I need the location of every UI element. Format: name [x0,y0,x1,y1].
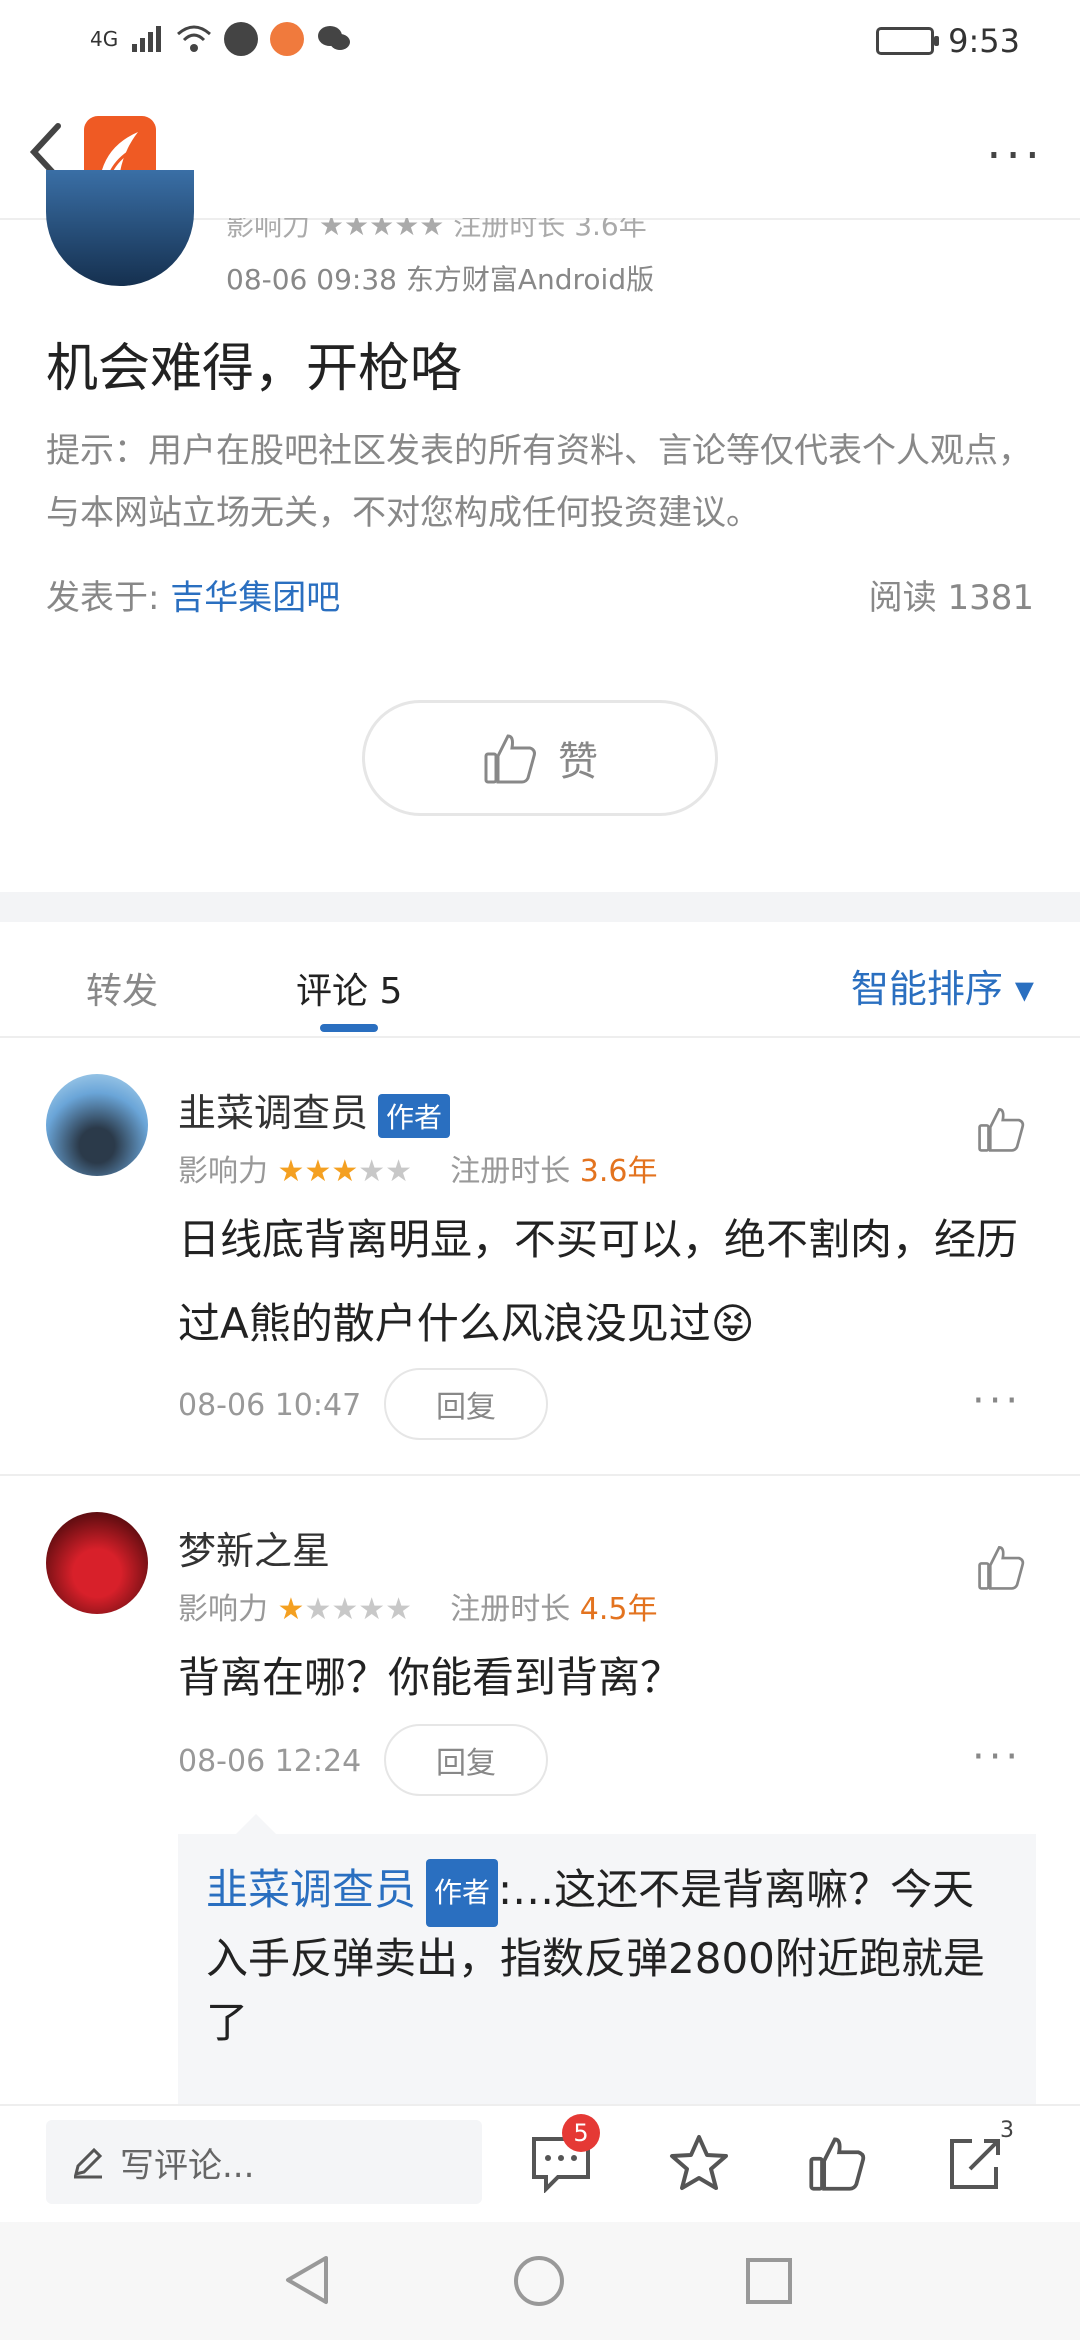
reg-label: 注册时长 [450,1154,571,1189]
share-count: 3 [1000,2118,1014,2143]
avatar[interactable] [46,1074,148,1176]
quote-arrow [236,1814,276,1834]
influence-stars: ★★★★★ [277,1592,413,1627]
more-dots-icon[interactable]: ··· [986,128,1044,184]
author-badge: 作者 [378,1093,451,1138]
post-meta: 08-06 09:38 东方财富Android版 [226,263,655,296]
commenter-name[interactable]: 韭菜调查员 作者 [178,1082,451,1138]
comment-count-badge: 5 [562,2114,600,2152]
comment-like-icon[interactable] [976,1542,1026,1592]
author-badge: 作者 [426,1858,499,1927]
post-title: 机会难得，开枪咯 [46,339,463,399]
comment-text: 背离在哪？你能看到背离？ [178,1653,683,1702]
comment-more-icon[interactable]: ··· [972,1734,1022,1780]
quote-author[interactable]: 韭菜调查员 [206,1865,416,1914]
quoted-reply: 韭菜调查员 作者:…这还不是背离嘛？今天入手反弹卖出，指数反弹2800附近跑就是了 [178,1834,1036,2104]
signal-label: 4G [90,27,119,51]
status-right: 9:53 [876,22,1020,60]
nav-recent-icon[interactable] [744,2256,794,2306]
commenter-name-text: 韭菜调查员 [178,1091,369,1135]
wifi-icon [177,25,212,52]
commenter-info: 影响力 ★★★★★ 注册时长 3.6年 [178,1146,658,1190]
like-button[interactable]: 赞 [362,700,718,816]
write-comment-input[interactable]: 写评论... [46,2120,482,2204]
influence-stars: ★★★★★ [277,1154,413,1189]
signal-icon [132,26,162,52]
thumb-up-icon[interactable] [802,2128,872,2198]
tab-indicator [320,1024,378,1032]
wechat-icon [318,26,351,50]
status-left: 4G [90,22,352,56]
comment-text: 日线底背离明显，不买可以，绝不割肉，经历过A熊的散户什么风浪没见过😝 [178,1215,1019,1348]
thumb-up-icon [484,734,536,784]
commenter-info: 影响力 ★★★★★ 注册时长 4.5年 [178,1584,658,1628]
pencil-icon [73,2147,103,2179]
star-icon[interactable] [664,2128,734,2198]
status-bar: 4G 9:53 [0,0,1080,84]
like-label: 赞 [558,739,598,785]
tab-repost[interactable]: 转发 [86,962,158,1014]
nav-home-icon[interactable] [512,2254,566,2308]
reg-years: 3.6年 [579,1154,658,1189]
comment-like-icon[interactable] [976,1104,1026,1154]
section-divider [0,892,1080,922]
avatar[interactable] [46,1512,148,1614]
system-nav-bar [0,2222,1080,2340]
read-count: 阅读 1381 [868,578,1034,618]
disclaimer-tip: 提示：用户在股吧社区发表的所有资料、言论等仅代表个人观点，与本网站立场无关，不对… [46,431,1032,533]
sort-dropdown[interactable]: 智能排序 ▾ [851,958,1034,1013]
posted-in-label: 发表于: [46,578,160,618]
reg-years: 4.5年 [579,1592,658,1627]
write-placeholder: 写评论... [120,2145,255,2186]
author-avatar[interactable] [46,170,194,286]
commenter-name[interactable]: 梦新之星 [178,1520,330,1575]
comment-more-icon[interactable]: ··· [972,1378,1022,1424]
tab-comments[interactable]: 评论 5 [296,962,402,1014]
comment-time: 08-06 12:24 [178,1744,362,1779]
reply-button[interactable]: 回复 [384,1724,548,1796]
battery-icon [876,27,940,55]
reply-button[interactable]: 回复 [384,1368,548,1440]
comment-time: 08-06 10:47 [178,1388,362,1423]
app-notification-icon [270,22,305,56]
influence-label: 影响力 [178,1592,268,1627]
forum-link[interactable]: 吉华集团吧 [170,578,340,618]
posted-in: 发表于: 吉华集团吧 [46,570,340,619]
comment-separator [0,1474,1080,1476]
influence-label: 影响力 [178,1154,268,1189]
reg-label: 注册时长 [450,1592,571,1627]
nav-back-icon[interactable] [282,2254,332,2306]
notification-icon [224,22,259,56]
clock: 9:53 [948,22,1020,60]
